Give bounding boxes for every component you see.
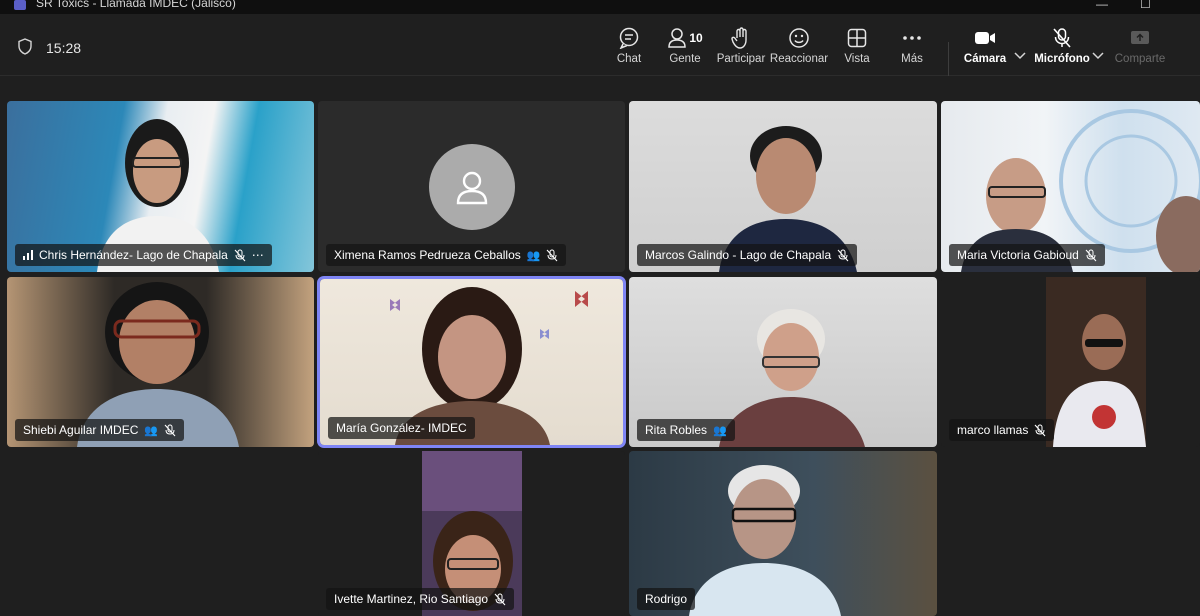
people-button[interactable]: 10 Gente: [656, 26, 714, 72]
meeting-timer: 15:28: [46, 40, 82, 56]
share-button[interactable]: Comparte: [1110, 26, 1170, 72]
participant-name-chip: Shiebi Aguilar IMDEC 👥: [15, 419, 185, 441]
participant-name-chip: Ximena Ramos Pedrueza Ceballos 👥: [326, 244, 567, 266]
participant-name-chip: Ivette Martinez, Rio Santiago: [326, 588, 515, 610]
microphone-label: Micrófono: [1034, 53, 1090, 65]
more-options-icon[interactable]: ⋯: [252, 248, 264, 262]
participant-name: Ximena Ramos Pedrueza Ceballos: [334, 248, 521, 262]
mic-off-icon: [1029, 26, 1095, 50]
participant-name: marco llamas: [957, 423, 1029, 437]
camera-icon: [955, 26, 1015, 50]
mic-options-chevron-icon[interactable]: [1091, 50, 1105, 60]
shield-icon: [18, 38, 32, 55]
more-dots-icon: [882, 26, 942, 50]
react-button[interactable]: Reaccionar: [768, 26, 830, 72]
camera-label: Cámara: [963, 53, 1007, 65]
anonymous-guest-icon: 👥: [144, 424, 159, 437]
mic-off-icon: [1085, 249, 1097, 261]
participant-name-chip: Maria Victoria Gabioud: [949, 244, 1105, 266]
participant-tile[interactable]: marco llamas: [941, 277, 1200, 447]
share-label: Comparte: [1114, 53, 1166, 65]
participant-name: Shiebi Aguilar IMDEC: [23, 423, 139, 437]
window-title: SR Toxics - Llamada IMDEC (Jalisco): [36, 0, 236, 10]
raise-hand-icon: [712, 26, 770, 50]
share-screen-icon: [1110, 26, 1170, 50]
participant-name-chip: marco llamas: [949, 419, 1055, 441]
participant-tile[interactable]: Rodrigo: [629, 451, 937, 616]
more-button[interactable]: Más: [882, 26, 942, 72]
teams-app-icon: [14, 0, 26, 10]
camera-options-chevron-icon[interactable]: [1013, 50, 1027, 60]
toolbar-divider: [948, 42, 949, 78]
mic-off-icon: [494, 593, 506, 605]
mic-off-icon: [164, 424, 176, 436]
view-label: Vista: [844, 53, 870, 65]
participant-tile[interactable]: Chris Hernández- Lago de Chapala ⋯: [7, 101, 314, 272]
mic-off-icon: [837, 249, 849, 261]
chat-icon: [599, 26, 659, 50]
participant-tile[interactable]: Shiebi Aguilar IMDEC 👥: [7, 277, 314, 447]
chat-label: Chat: [616, 53, 642, 65]
participant-name: Rodrigo: [645, 592, 688, 606]
participant-name: Rita Robles: [645, 423, 708, 437]
grid-view-icon: [827, 26, 887, 50]
camera-button[interactable]: Cámara: [955, 26, 1015, 72]
minimize-button[interactable]: —: [1096, 0, 1108, 11]
signal-icon: [23, 250, 33, 260]
people-count: 10: [689, 31, 703, 45]
mic-off-icon: [234, 249, 246, 261]
participant-name-chip: Rita Robles 👥: [637, 419, 735, 441]
more-label: Más: [901, 53, 923, 65]
chat-button[interactable]: Chat: [599, 26, 659, 72]
participant-tile[interactable]: Marcos Galindo - Lago de Chapala: [629, 101, 937, 272]
participant-name: María González- IMDEC: [336, 421, 467, 435]
mic-off-icon: [1034, 424, 1046, 436]
people-icon: 10: [656, 26, 714, 50]
participant-name-chip: Chris Hernández- Lago de Chapala ⋯: [15, 244, 272, 266]
raise-hand-label: Participar: [716, 53, 766, 65]
mic-off-icon: [547, 249, 558, 261]
react-label: Reaccionar: [769, 53, 829, 65]
participant-name-chip: Marcos Galindo - Lago de Chapala: [637, 244, 858, 266]
participant-tile-active-speaker[interactable]: María González- IMDEC: [320, 279, 623, 445]
participant-name: Marcos Galindo - Lago de Chapala: [645, 248, 832, 262]
meeting-toolbar: 15:28 Chat 10 Gente Participar Reacciona…: [0, 14, 1200, 78]
participant-tile[interactable]: Ivette Martinez, Rio Santiago: [318, 451, 625, 616]
participant-name: Ivette Martinez, Rio Santiago: [334, 592, 489, 606]
participant-name: Maria Victoria Gabioud: [957, 248, 1079, 262]
participant-tile[interactable]: Ximena Ramos Pedrueza Ceballos 👥: [318, 101, 625, 272]
participant-name-chip: María González- IMDEC: [328, 417, 475, 439]
person-icon: [456, 171, 488, 205]
anonymous-guest-icon: 👥: [526, 249, 541, 262]
participant-name: Chris Hernández- Lago de Chapala: [39, 248, 228, 262]
title-bar: SR Toxics - Llamada IMDEC (Jalisco) — ☐: [0, 0, 1200, 14]
video-grid: Chris Hernández- Lago de Chapala ⋯ Ximen…: [0, 76, 1200, 616]
people-label: Gente: [669, 53, 701, 65]
microphone-button[interactable]: Micrófono: [1029, 26, 1095, 72]
participant-name-chip: Rodrigo: [637, 588, 696, 610]
participant-tile[interactable]: Rita Robles 👥: [629, 277, 937, 447]
maximize-button[interactable]: ☐: [1140, 0, 1151, 11]
raise-hand-button[interactable]: Participar: [712, 26, 770, 72]
participant-tile[interactable]: Maria Victoria Gabioud: [941, 101, 1200, 272]
avatar: [429, 144, 515, 230]
anonymous-guest-icon: 👥: [713, 424, 727, 437]
smiley-icon: [768, 26, 830, 50]
view-button[interactable]: Vista: [827, 26, 887, 72]
